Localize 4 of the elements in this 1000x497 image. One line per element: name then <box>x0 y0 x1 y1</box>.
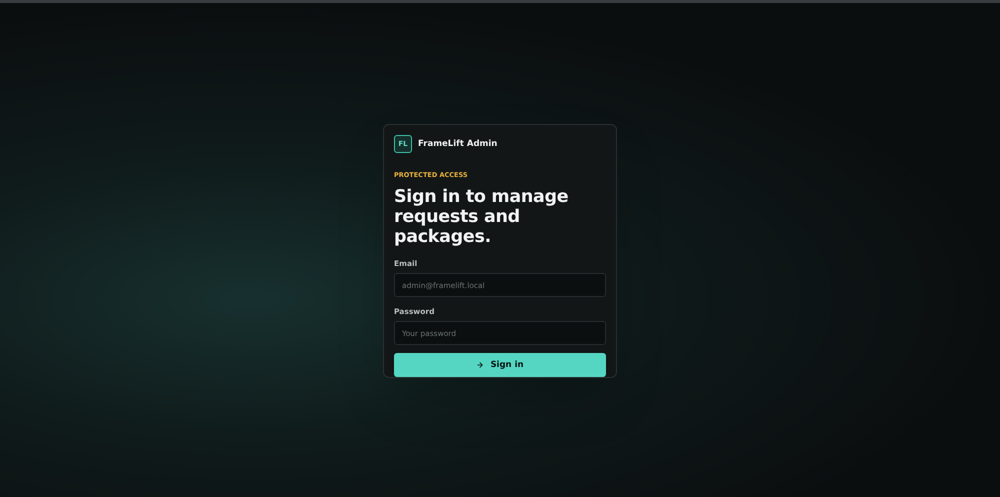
brand-name: FrameLift Admin <box>418 138 498 150</box>
arrow-right-icon <box>476 361 484 370</box>
heading: Sign in to manage requests and packages. <box>394 186 570 247</box>
sign-in-button[interactable]: Sign in <box>394 353 606 377</box>
